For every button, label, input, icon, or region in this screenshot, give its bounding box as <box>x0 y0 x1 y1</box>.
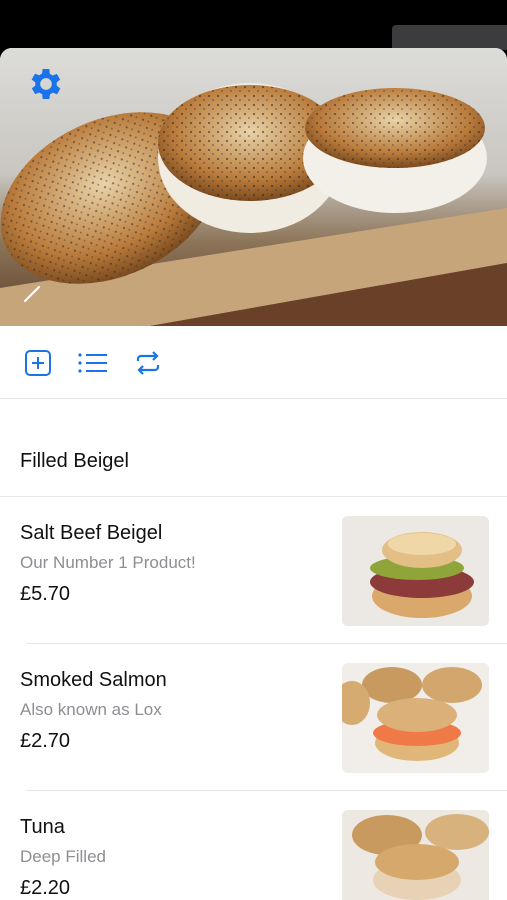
menu-item[interactable]: Salt Beef Beigel Our Number 1 Product! £… <box>0 497 507 644</box>
poppy-seed-beigels-photo <box>0 83 507 326</box>
tuna-beigel-photo <box>342 810 489 900</box>
toolbar <box>0 326 507 399</box>
menu-item[interactable]: Smoked Salmon Also known as Lox £2.70 <box>0 644 507 791</box>
item-description: Deep Filled <box>20 847 106 866</box>
menu-sheet: Filled Beigel Salt Beef Beigel Our Numbe… <box>0 48 507 900</box>
menu-item[interactable]: Tuna Deep Filled £2.20 <box>0 791 507 900</box>
smoked-salmon-beigel-photo <box>342 663 489 773</box>
section-header: Filled Beigel <box>0 398 507 497</box>
status-bar <box>0 0 507 50</box>
pencil-icon[interactable] <box>22 284 42 304</box>
background-sheet-edge <box>392 25 507 50</box>
item-price: £2.20 <box>20 877 71 899</box>
item-name: Salt Beef Beigel <box>20 522 163 544</box>
item-description: Also known as Lox <box>20 700 162 719</box>
add-icon[interactable] <box>23 348 53 378</box>
gear-icon[interactable] <box>26 64 66 104</box>
item-price: £2.70 <box>20 730 71 752</box>
item-name: Smoked Salmon <box>20 669 167 691</box>
hero-image <box>0 48 507 326</box>
salt-beef-beigel-photo <box>342 516 489 626</box>
item-name: Tuna <box>20 816 65 838</box>
section-title: Filled Beigel <box>20 450 129 472</box>
item-price: £5.70 <box>20 583 71 605</box>
list-icon[interactable] <box>77 348 109 378</box>
repeat-icon[interactable] <box>133 348 163 378</box>
item-description: Our Number 1 Product! <box>20 553 196 572</box>
